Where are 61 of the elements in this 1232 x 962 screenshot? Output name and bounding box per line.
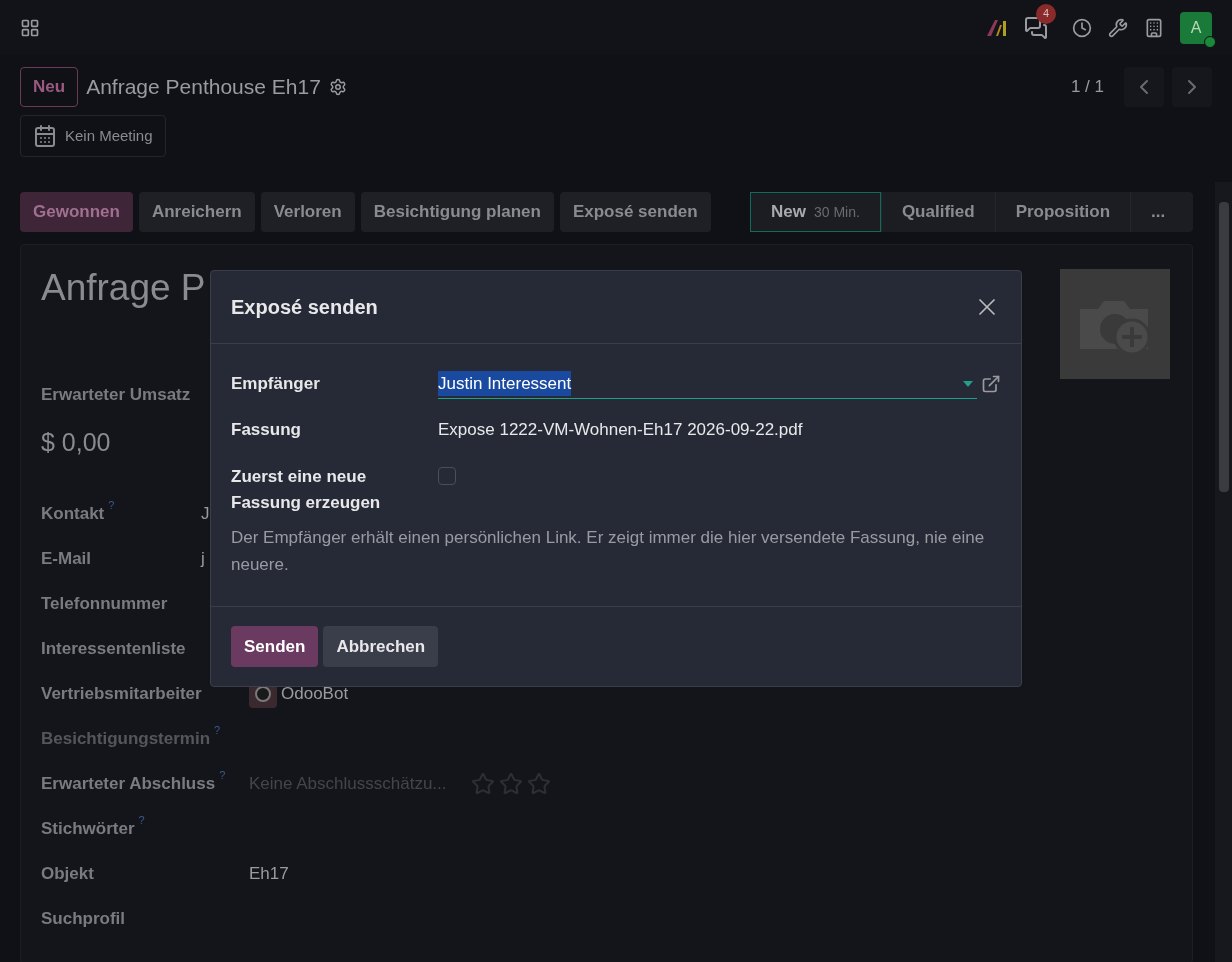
settings-icon[interactable] [328,78,347,96]
stage-tab[interactable]: New 30 Min. [750,192,881,232]
next-button[interactable] [1172,67,1212,107]
user-avatar[interactable]: A [1180,11,1212,44]
stage-tab[interactable]: ... [1130,192,1186,232]
clock-icon[interactable] [1072,17,1092,38]
field-label: Besichtigungstermin [41,727,211,750]
field-label: Fassung [231,419,302,442]
help-mark[interactable]: ? [138,811,145,829]
previous-button[interactable] [1124,67,1164,107]
calendar-icon [33,124,57,148]
scrollbar[interactable] [1215,182,1232,962]
dropdown-caret-icon [963,380,973,387]
record-title: Anfrage P [41,269,206,306]
dialog-button[interactable]: Abbrechen [323,626,439,667]
field-value: Expose 1222-VM-Wohnen-Eh17 2026-09-22.pdf [438,419,803,442]
notification-badge: 4 [1036,3,1056,24]
breadcrumb-title: Anfrage Penthouse Eh17 [86,74,321,101]
action-button[interactable]: Exposé senden [559,192,711,232]
field-label: Erwarteter Umsatz [41,384,192,406]
field-label: Interessentenliste [41,637,186,660]
dialog-title: Exposé senden [231,295,378,320]
stage-tab[interactable]: Qualified [880,192,995,232]
star-icon[interactable] [470,771,495,796]
hint-text: Der Empfänger erhält einen persönlichen Link. Er zeigt immer die hier versendete Fassung, nie eine neuere. [231,527,986,576]
help-mark[interactable]: ? [108,496,115,514]
new-button[interactable]: Neu [20,67,79,107]
chat-icon[interactable] [1024,15,1048,40]
star-icon[interactable] [498,771,523,796]
field-label: Vertriebsmitarbeiter [41,682,202,705]
field-label: Suchprofil [41,907,126,930]
pager-value: 1 / 1 [1070,76,1104,99]
field-label: Stichwörter [41,817,135,840]
field-label: Empfänger [231,373,321,396]
action-button[interactable]: Verloren [260,192,355,232]
star-icon[interactable] [526,771,551,796]
action-button[interactable]: Anreichern [138,192,255,232]
building-icon[interactable] [1144,17,1164,38]
checkbox[interactable] [438,467,456,485]
field-value: J [201,502,210,525]
field-label: Telefonnummer [41,592,168,615]
action-button[interactable]: Gewonnen [20,192,133,232]
field-value: OdooBot [281,682,349,705]
field-label: Zuerst eine neue Fassung erzeugen [231,466,382,514]
ai-logo-icon[interactable] [986,18,1008,37]
field-label: Objekt [41,862,94,885]
field-label: Kontakt [41,502,105,525]
tools-icon[interactable] [1108,17,1128,38]
recipient-field[interactable]: Justin Interessent [438,369,977,399]
app-menu-icon[interactable] [20,17,40,38]
field-label: E-Mail [41,547,92,570]
field-value: Eh17 [249,862,289,885]
field-label: Erwarteter Abschluss [41,772,216,795]
external-link-icon[interactable] [981,374,1001,394]
revenue-value: $ 0,00 [41,426,112,458]
action-button[interactable]: Besichtigung planen [360,192,554,232]
dialog-button[interactable]: Senden [231,626,319,667]
stage-tab[interactable]: Proposition [994,192,1131,232]
field-value: j [201,547,205,570]
help-mark[interactable]: ? [219,766,226,784]
meeting-button[interactable]: Kein Meeting [20,115,166,157]
